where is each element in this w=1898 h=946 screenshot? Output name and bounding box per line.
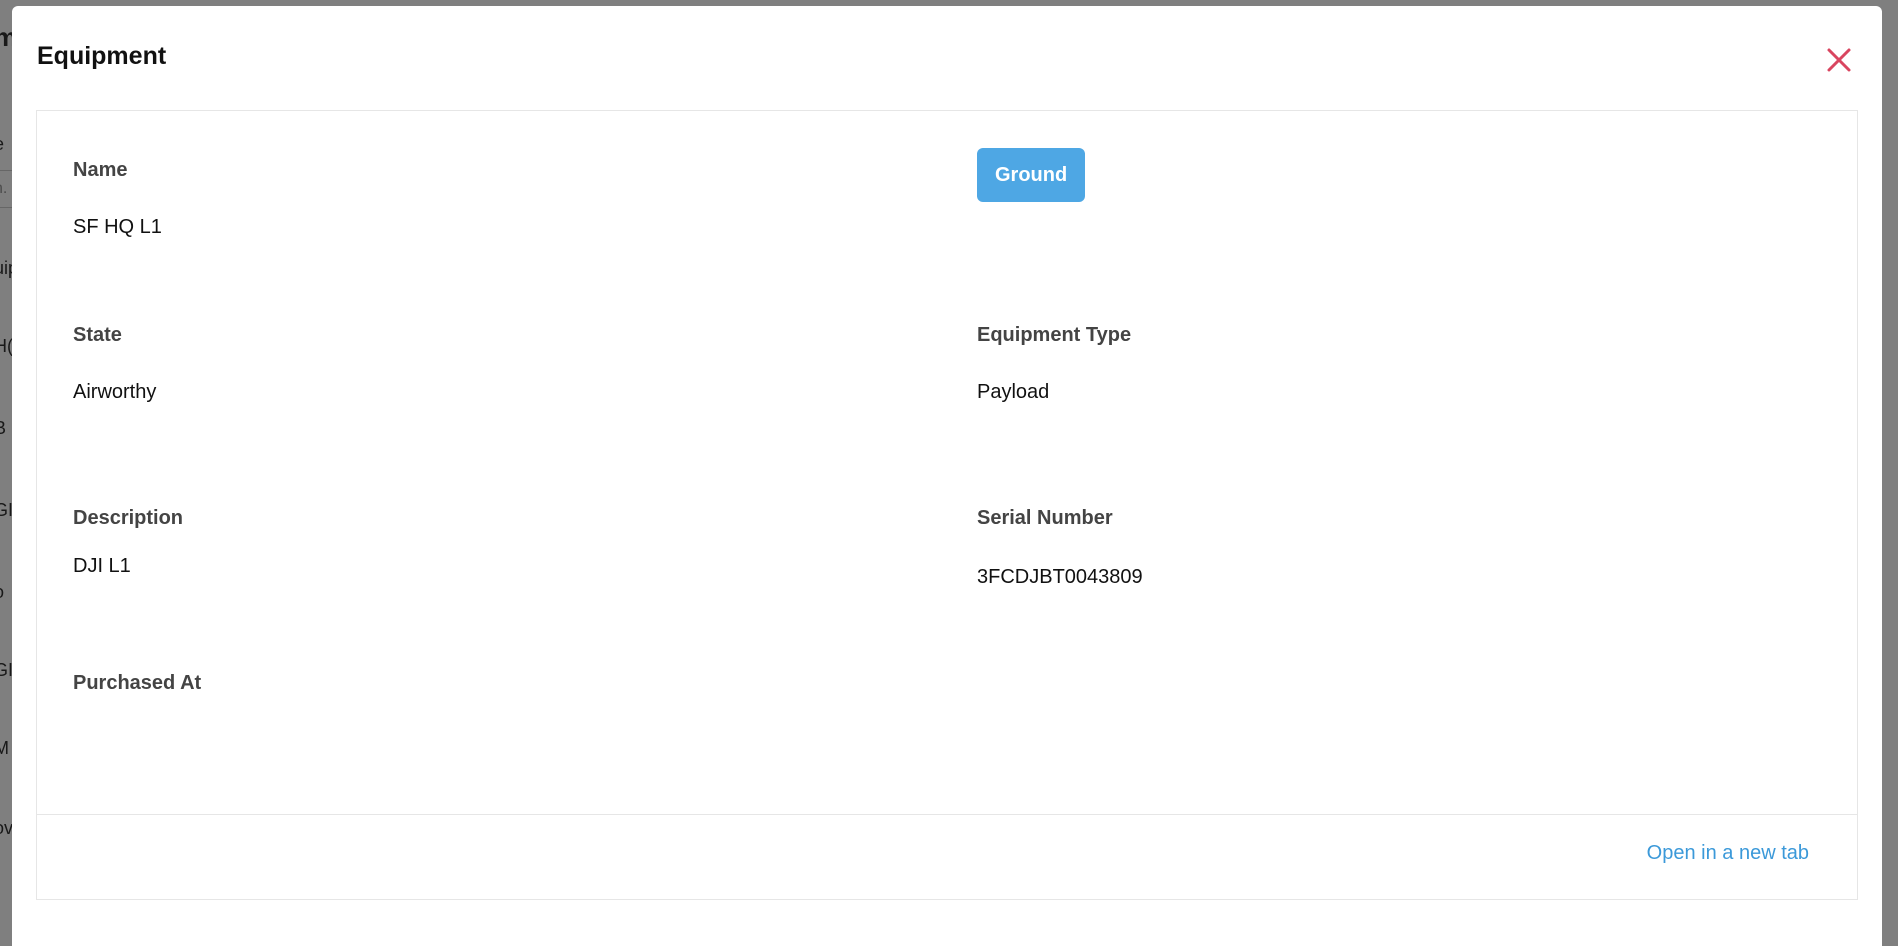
state-value: Airworthy [73,381,157,403]
description-field: Description DJI L1 [73,507,183,578]
name-label: Name [73,159,128,181]
close-button[interactable] [1821,42,1857,78]
state-field: State Airworthy [73,324,156,404]
purchased-at-label: Purchased At [73,672,202,694]
description-value: DJI L1 [73,555,131,577]
close-icon [1827,48,1851,72]
serial-number-field: Serial Number 3FCDJBT0043809 [977,507,1143,589]
purchased-at-field: Purchased At [73,672,201,729]
modal-header: Equipment [37,6,1857,110]
equipment-type-label: Equipment Type [977,324,1132,346]
name-value: SF HQ L1 [73,216,162,238]
card-footer: Open in a new tab [37,814,1857,901]
state-label: State [73,324,122,346]
equipment-details-card: Name SF HQ L1 Ground State Airworthy Equ… [36,110,1858,900]
name-field: Name SF HQ L1 [73,159,162,239]
equipment-type-value: Payload [977,381,1050,403]
serial-number-label: Serial Number [977,507,1113,529]
equipment-type-field: Equipment Type Payload [977,324,1131,404]
equipment-modal: Equipment Name SF HQ L1 Ground State Air… [12,6,1882,946]
serial-number-value: 3FCDJBT0043809 [977,566,1143,588]
status-badge[interactable]: Ground [977,148,1086,202]
open-in-new-tab-link[interactable]: Open in a new tab [1647,842,1809,865]
modal-title: Equipment [37,42,167,70]
description-label: Description [73,507,184,529]
